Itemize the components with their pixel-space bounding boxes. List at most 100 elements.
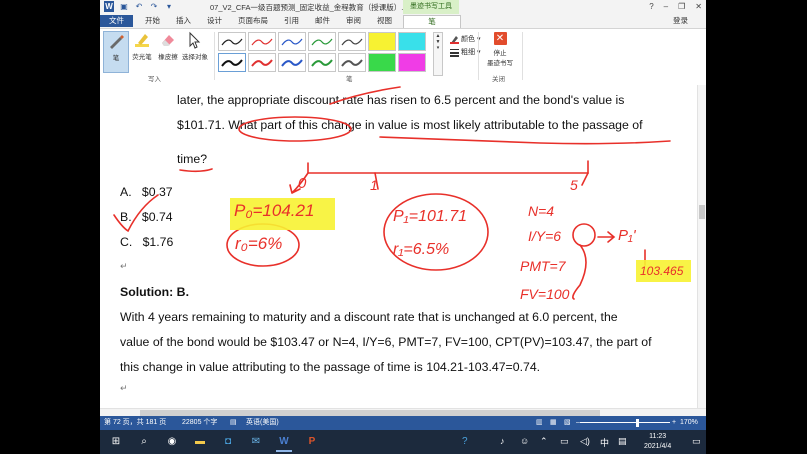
ink-label-r1: r₁=6.5% [393, 241, 450, 258]
tab-review[interactable]: 审阅 [346, 15, 361, 27]
highlighter-yellow[interactable] [368, 32, 396, 51]
customize-qat-icon[interactable]: ▾ [164, 1, 174, 12]
login-link[interactable]: 登录 [673, 15, 688, 26]
pen-tool-label: 笔 [112, 55, 120, 62]
file-explorer-icon[interactable]: ▬ [192, 434, 208, 450]
store-icon[interactable]: ◘ [220, 434, 236, 450]
save-icon[interactable]: ▣ [119, 1, 129, 12]
print-layout-icon[interactable]: ▦ [550, 416, 557, 430]
vertical-scrollbar[interactable] [697, 85, 706, 410]
tab-mailings[interactable]: 邮件 [315, 15, 330, 27]
ink-label-r0: r₀=6% [235, 234, 283, 253]
ink-label-iy: I/Y=6 [528, 228, 562, 244]
help-icon[interactable]: ? [649, 0, 653, 14]
zoom-slider-knob[interactable] [636, 419, 639, 427]
select-objects-label: 选择对象 [182, 54, 208, 61]
powerpoint-taskbar-icon[interactable]: P [304, 434, 320, 450]
start-windows-icon[interactable]: ⊞ [108, 434, 124, 450]
word-taskbar-icon[interactable]: W [276, 434, 292, 452]
tab-home[interactable]: 开始 [145, 15, 160, 27]
vertical-scroll-thumb[interactable] [699, 205, 705, 219]
pen-style-red-thick[interactable] [248, 53, 276, 72]
highlighter-magenta[interactable] [398, 53, 426, 72]
pen-style-gallery [218, 32, 430, 74]
mail-icon[interactable]: ✉ [248, 434, 264, 450]
pen-style-black-thick[interactable] [218, 53, 246, 72]
highlighter-tool-button[interactable]: 荧光笔 [130, 31, 154, 61]
zoom-out-icon[interactable]: – [576, 416, 580, 430]
ink-label-p1: P₁=101.71 [393, 208, 467, 225]
pen-style-red[interactable] [248, 32, 276, 51]
read-mode-icon[interactable]: ▥ [536, 416, 543, 430]
mic-icon[interactable]: ♪ [500, 436, 505, 446]
notification-center-icon[interactable]: ▤ [618, 436, 627, 447]
stop-label-line2: 墨迹书写 [487, 60, 513, 67]
gallery-scroll-more[interactable]: ▲ ▼ ▾ [433, 32, 443, 76]
page-count[interactable]: 第 72 页，共 181 页 [104, 416, 166, 430]
tab-view[interactable]: 视图 [377, 15, 392, 27]
tab-insert[interactable]: 插入 [176, 15, 191, 27]
pen-style-green[interactable] [308, 32, 336, 51]
quick-access-toolbar: W ▣ ↶ ↷ ▾ [104, 1, 174, 12]
pen-style-gray-thick[interactable] [338, 53, 366, 72]
pen-style-blue-thick[interactable] [278, 53, 306, 72]
task-view-icon[interactable]: ◉ [164, 434, 180, 450]
minimize-button[interactable]: – [664, 0, 668, 14]
close-button[interactable]: ✕ [695, 0, 702, 14]
undo-icon[interactable]: ↶ [134, 1, 144, 12]
highlighter-cyan[interactable] [398, 32, 426, 51]
word-count[interactable]: 22805 个字 [182, 416, 217, 430]
action-center-icon[interactable]: ▭ [692, 436, 701, 447]
ink-timeline [307, 160, 589, 174]
pen-options: 颜色 ▾ 粗细 ▾ [450, 33, 480, 59]
color-dropdown[interactable]: 颜色 ▾ [450, 33, 480, 46]
word-window: W ▣ ↶ ↷ ▾ 07_V2_CFA一级百题预测_固定收益_金程教育（授课版）… [100, 0, 706, 454]
highlighter-green[interactable] [368, 53, 396, 72]
network-icon[interactable]: ▭ [560, 436, 569, 447]
tab-file[interactable]: 文件 [100, 15, 133, 27]
search-icon[interactable]: ⌕ [136, 434, 152, 450]
clock-time: 11:23 [649, 433, 667, 440]
proofing-icon[interactable]: ▤ [230, 416, 237, 430]
ribbon-pen: 笔 荧光笔 橡皮擦 选择对象 写入 ▲ ▼ ▾ 颜色 ▾ 粗细 ▾ 笔 ✕ 停止… [100, 28, 706, 86]
ink-label-t5: 5 [570, 177, 578, 193]
paragraph-mark-end: ↵ [120, 383, 128, 393]
ink-tick-5 [581, 172, 589, 186]
restore-button[interactable]: ❐ [678, 0, 685, 14]
web-layout-icon[interactable]: ▧ [564, 416, 571, 430]
redo-icon[interactable]: ↷ [149, 1, 159, 12]
system-clock[interactable]: 11:23 2021/4/4 [644, 432, 671, 452]
zoom-in-icon[interactable]: + [672, 416, 676, 430]
zoom-level[interactable]: 170% [680, 416, 698, 430]
context-tab-group-title: 墨迹书写工具 [403, 0, 459, 14]
select-objects-button[interactable]: 选择对象 [182, 31, 208, 61]
eraser-icon [162, 35, 174, 46]
language[interactable]: 英语(美国) [246, 416, 279, 430]
ink-label-p1prime: P₁' [618, 227, 636, 244]
ink-label-fv: FV=100 [520, 286, 570, 302]
tab-pen[interactable]: 笔 [403, 15, 461, 28]
input-method[interactable]: 中 [600, 436, 609, 449]
help-tray-icon[interactable]: ? [462, 436, 468, 447]
pen-style-dark[interactable] [338, 32, 366, 51]
people-icon[interactable]: ☺ [520, 436, 529, 446]
pen-style-black[interactable] [218, 32, 246, 51]
ink-label-n: N=4 [528, 203, 555, 219]
thickness-icon [450, 49, 459, 57]
pen-style-green-thick[interactable] [308, 53, 336, 72]
pen-tool-button[interactable]: 笔 [103, 31, 129, 73]
tab-design[interactable]: 设计 [207, 15, 222, 27]
pen-icon [110, 35, 124, 49]
thickness-dropdown[interactable]: 粗细 ▾ [450, 46, 480, 59]
document-page[interactable]: later, the appropriate discount rate has… [100, 85, 706, 417]
tray-chevron-icon[interactable]: ⌃ [540, 436, 548, 447]
zoom-slider[interactable] [580, 422, 670, 423]
eraser-tool-button[interactable]: 橡皮擦 [156, 31, 180, 61]
stop-inking-button[interactable]: ✕ 停止 墨迹书写 [482, 32, 518, 67]
pen-style-blue[interactable] [278, 32, 306, 51]
volume-icon[interactable]: ◁) [580, 436, 590, 447]
ink-label-t1: 1 [370, 177, 378, 193]
group-label-write: 写入 [148, 76, 161, 83]
tab-layout[interactable]: 页面布局 [238, 15, 268, 27]
tab-references[interactable]: 引用 [284, 15, 299, 27]
